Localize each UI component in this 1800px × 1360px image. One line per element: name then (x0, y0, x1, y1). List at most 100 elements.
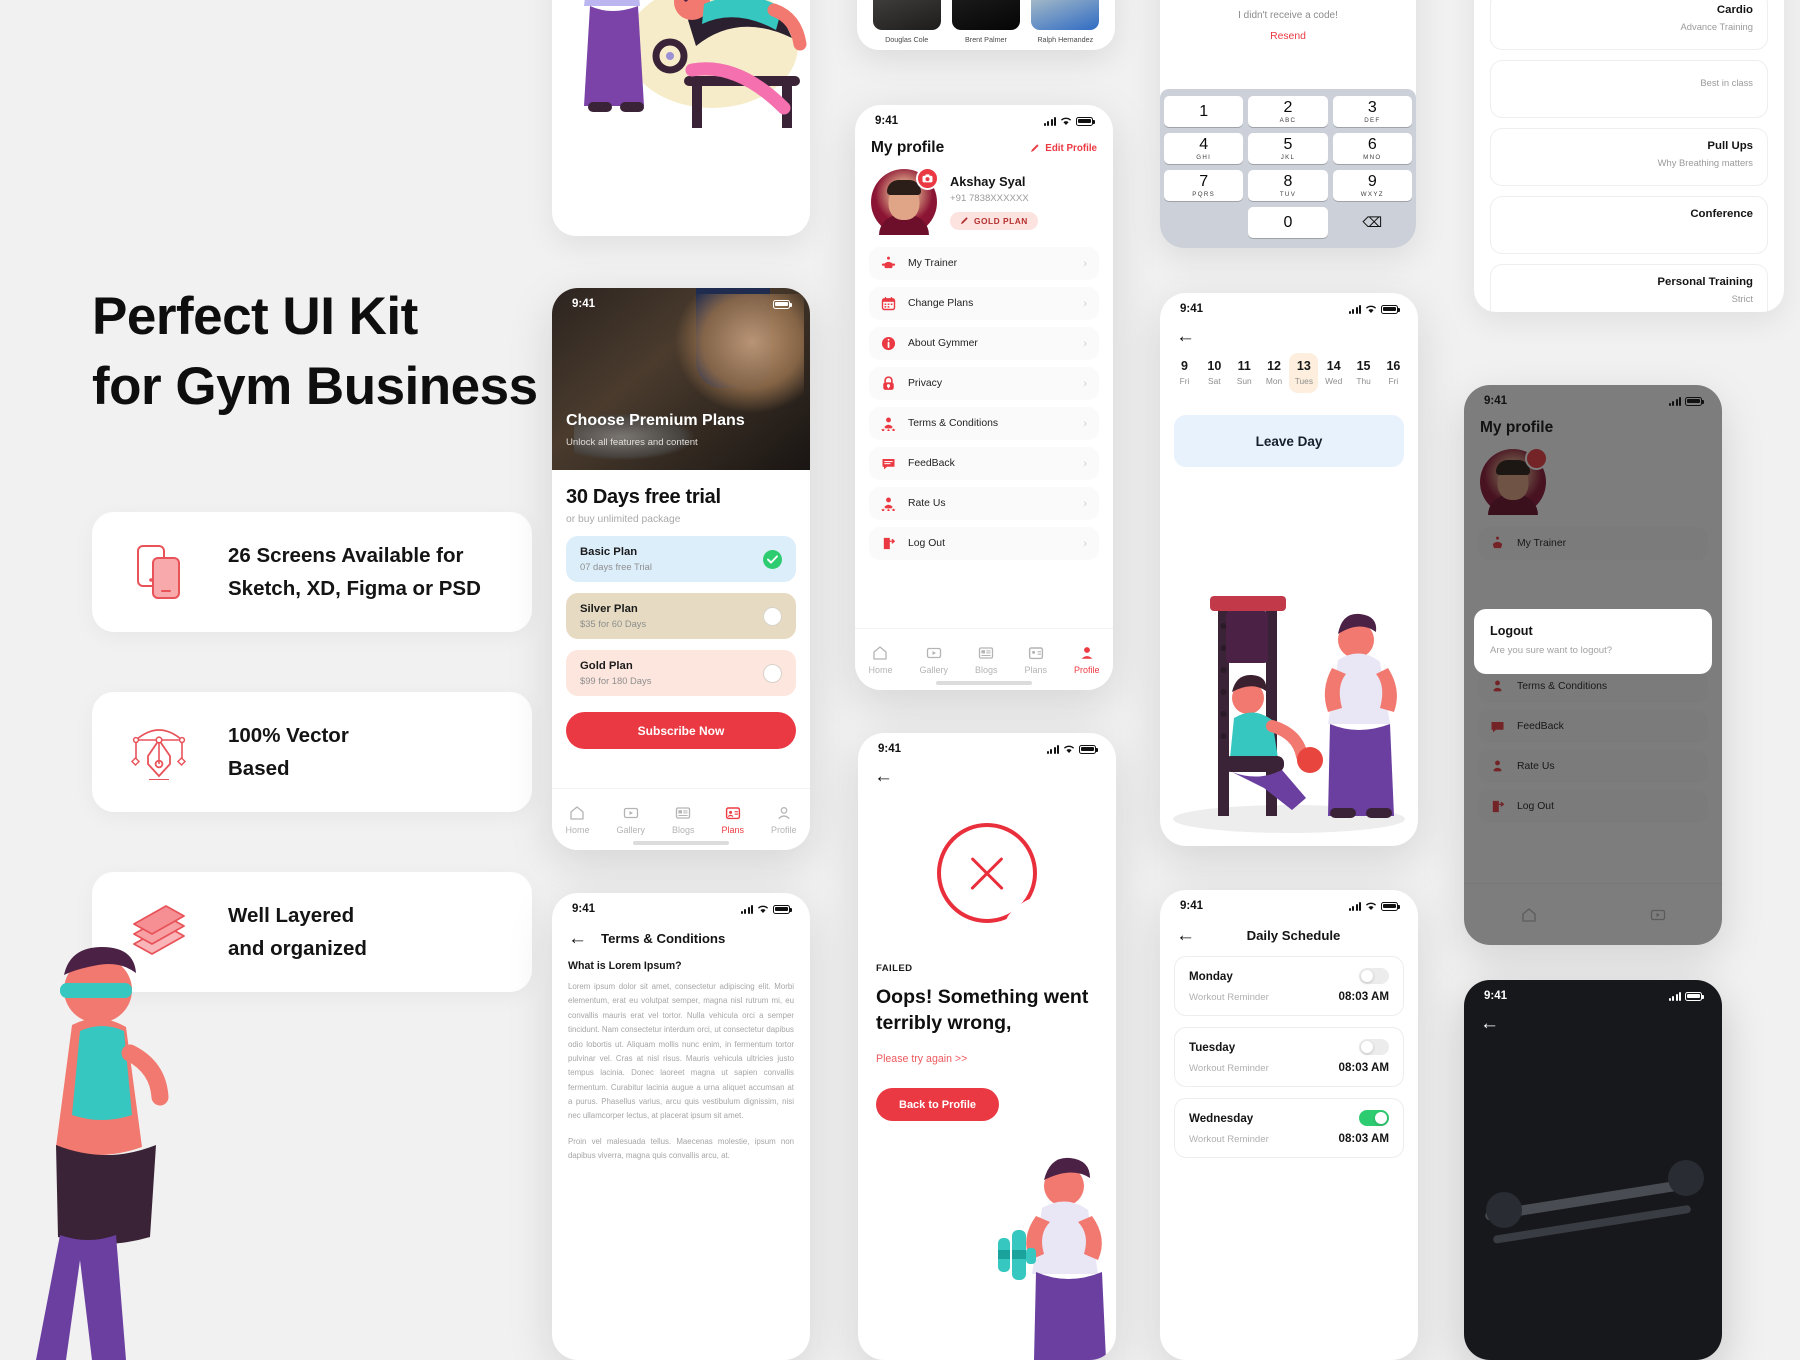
bottom-tab-bar: Home Gallery Blogs Plans Profile (855, 628, 1113, 690)
tab-label: Gallery (616, 824, 645, 835)
menu-item-rate-us[interactable]: Rate Us › (869, 487, 1099, 520)
tab-gallery[interactable]: Gallery (616, 805, 645, 835)
back-button[interactable]: ← (568, 929, 587, 948)
tab-plans[interactable]: Plans (1024, 645, 1047, 675)
menu-item-my-trainer[interactable]: My Trainer › (869, 247, 1099, 280)
back-button[interactable]: ← (874, 767, 893, 786)
reminder-toggle[interactable] (1359, 968, 1389, 984)
chevron-right-icon: › (1083, 497, 1087, 510)
tab-home[interactable]: Home (868, 645, 893, 675)
plan-radio[interactable] (763, 606, 782, 626)
back-button[interactable]: ← (1176, 926, 1195, 945)
key-3[interactable]: 3 DEF (1332, 96, 1412, 127)
avatar[interactable] (871, 167, 939, 235)
reminder-time[interactable]: 08:03 AM (1339, 1132, 1389, 1145)
plan-option-gold[interactable]: Gold Plan $99 for 180 Days (566, 650, 796, 696)
menu-item-change-plans[interactable]: Change Plans › (869, 287, 1099, 320)
key-8[interactable]: 8 TUV (1248, 170, 1328, 201)
key-7[interactable]: 7 PQRS (1164, 170, 1244, 201)
resend-button[interactable]: Resend (1270, 31, 1306, 42)
back-to-profile-button[interactable]: Back to Profile (876, 1088, 1000, 1122)
home-icon (873, 645, 888, 660)
plans-body: 30 Days free trial or buy unlimited pack… (552, 470, 810, 749)
trainer-card[interactable]: Brent Palmer (951, 0, 1020, 44)
schedule-day: Wednesday (1189, 1111, 1254, 1125)
trainer-card[interactable]: Ralph Hernandez (1031, 0, 1100, 44)
article-card[interactable]: Cardio Advance Training (1490, 0, 1768, 50)
status-time: 9:41 (1180, 900, 1204, 912)
key-2[interactable]: 2 ABC (1248, 96, 1328, 127)
status-icons (1348, 304, 1400, 314)
reminder-toggle[interactable] (1359, 1039, 1389, 1055)
calendar-day[interactable]: 16 Fri (1379, 353, 1408, 393)
plan-option-silver[interactable]: Silver Plan $35 for 60 Days (566, 593, 796, 639)
menu-item-about-gymmer[interactable]: About Gymmer › (869, 327, 1099, 360)
tab-blogs[interactable]: Blogs (975, 645, 998, 675)
calendar-day[interactable]: 11 Sun (1230, 353, 1259, 393)
tab-profile[interactable]: Profile (771, 805, 797, 835)
tab-home[interactable]: Home (565, 805, 590, 835)
terms-paragraph: Lorem ipsum dolor sit amet, consectetur … (568, 982, 794, 1121)
article-card[interactable]: Personal Training Strict (1490, 264, 1768, 312)
key-letters: PQRS (1192, 190, 1216, 198)
subscribe-button[interactable]: Subscribe Now (566, 712, 796, 749)
menu-item-log-out[interactable]: Log Out › (869, 527, 1099, 560)
plan-name: Gold Plan (580, 660, 633, 672)
plan-radio[interactable] (763, 663, 782, 683)
chevron-right-icon: › (1083, 537, 1087, 550)
tab-blogs[interactable]: Blogs (672, 805, 695, 835)
key-letters: DEF (1364, 116, 1381, 124)
key-0[interactable]: 0 (1248, 207, 1328, 238)
camera-icon[interactable] (916, 167, 939, 190)
reminder-time[interactable]: 08:03 AM (1339, 990, 1389, 1003)
otp-keypad-panel: I didn't receive a code! Resend 1 2 ABC 3… (1160, 0, 1416, 248)
article-card[interactable]: Pull Ups Why Breathing matters (1490, 128, 1768, 186)
key-9[interactable]: 9 WXYZ (1332, 170, 1412, 201)
menu-item-terms[interactable]: Terms & Conditions › (869, 407, 1099, 440)
status-icons (1043, 116, 1095, 126)
calendar-day[interactable]: 15 Thu (1349, 353, 1378, 393)
article-card[interactable]: Best in class (1490, 60, 1768, 118)
star-user-icon (881, 497, 896, 511)
back-button[interactable]: ← (1176, 327, 1195, 346)
menu-label: Change Plans (908, 298, 974, 309)
tab-label: Profile (770, 824, 797, 835)
plan-radio-selected[interactable] (763, 549, 782, 569)
try-again-link[interactable]: Please try again >> (876, 1053, 967, 1065)
tab-profile[interactable]: Profile (1074, 645, 1100, 675)
menu-item-privacy[interactable]: Privacy › (869, 367, 1099, 400)
back-button[interactable]: ← (1480, 1014, 1499, 1033)
menu-item-feedback[interactable]: FeedBack › (869, 447, 1099, 480)
key-4[interactable]: 4 GHI (1164, 133, 1244, 164)
feature-line-2: Based (228, 757, 290, 780)
calendar-day[interactable]: 12 Mon (1260, 353, 1289, 393)
calendar-day[interactable]: 14 Wed (1319, 353, 1348, 393)
calendar-day[interactable]: 10 Sat (1200, 353, 1229, 393)
tab-plans[interactable]: Plans (721, 805, 744, 835)
day-name: Mon (1265, 376, 1283, 386)
calendar-day[interactable]: 9 Fri (1170, 353, 1199, 393)
edit-profile-button[interactable]: Edit Profile (1030, 143, 1097, 154)
reminder-time[interactable]: 08:03 AM (1339, 1061, 1389, 1074)
article-subtitle: Why Breathing matters (1657, 157, 1753, 168)
pen-tool-icon (126, 719, 192, 785)
key-1[interactable]: 1 (1164, 96, 1244, 127)
key-5[interactable]: 5 JKL (1248, 133, 1328, 164)
plan-name: Basic Plan (580, 546, 638, 558)
trainer-card[interactable]: Douglas Cole (872, 0, 941, 44)
key-number: 0 (1283, 213, 1293, 231)
calendar-day-selected[interactable]: 13 Tues (1289, 353, 1319, 393)
key-6[interactable]: 6 MNO (1332, 133, 1412, 164)
backspace-icon[interactable]: ⌫ (1333, 207, 1412, 238)
plan-option-basic[interactable]: Basic Plan 07 days free Trial (566, 536, 796, 582)
feature-line-2: Sketch, XD, Figma or PSD (228, 577, 481, 600)
leave-day-button[interactable]: Leave Day (1174, 415, 1404, 467)
reminder-toggle[interactable] (1359, 1110, 1389, 1126)
profile-icon (778, 806, 790, 819)
user-phone: +91 7838XXXXXX (950, 192, 1029, 204)
article-card[interactable]: Conference (1490, 196, 1768, 254)
wifi-icon (1365, 902, 1377, 910)
tab-gallery[interactable]: Gallery (919, 645, 948, 675)
plan-badge[interactable]: GOLD PLAN (950, 211, 1038, 230)
schedule-header: ← Daily Schedule (1160, 914, 1418, 945)
